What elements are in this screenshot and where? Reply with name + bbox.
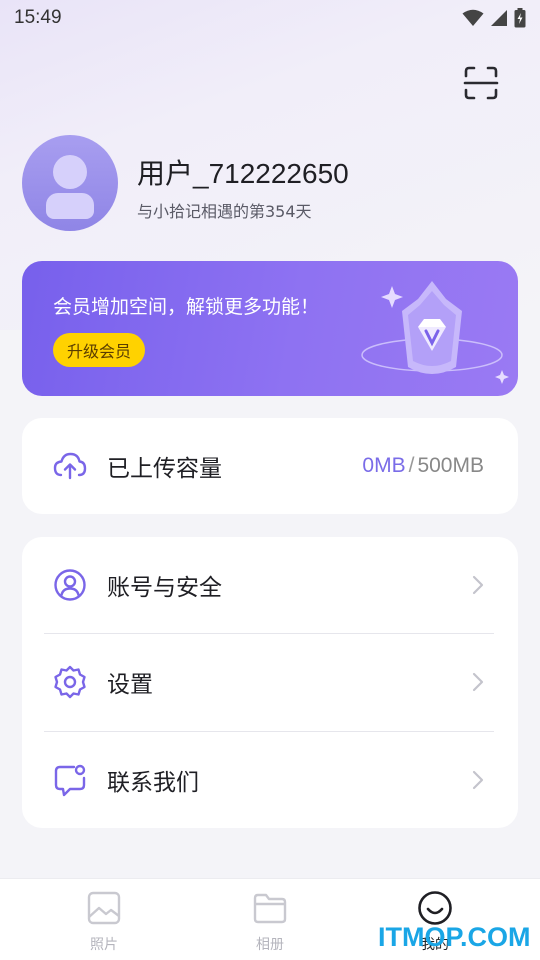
status-icons (462, 8, 526, 28)
menu-card: 账号与安全 设置 联系我们 (22, 537, 518, 828)
storage-total: 500MB (417, 454, 484, 477)
scan-button[interactable] (462, 64, 500, 102)
menu-item-label: 联系我们 (107, 770, 199, 796)
tab-albums[interactable]: 相册 (210, 879, 330, 960)
photo-icon (87, 891, 121, 925)
profile-subtitle: 与小拾记相遇的第354天 (137, 202, 312, 221)
smile-icon (418, 891, 452, 925)
menu-item-label: 设置 (107, 672, 153, 698)
watermark: ITMOP.COM (378, 922, 531, 952)
avatar[interactable] (22, 135, 118, 231)
username: 用户_712222650 (137, 158, 349, 189)
upgrade-vip-button[interactable]: 升级会员 (53, 333, 146, 367)
signal-icon (491, 10, 507, 26)
tab-photos[interactable]: 照片 (44, 879, 164, 960)
upload-capacity-label: 已上传容量 (107, 456, 222, 482)
chat-icon (54, 764, 86, 797)
chevron-right-icon (472, 770, 484, 790)
avatar-body (46, 193, 94, 219)
storage-usage: 0MB/500MB (362, 454, 484, 478)
battery-icon (514, 8, 526, 28)
tab-label: 相册 (256, 937, 284, 953)
menu-item-contact-us[interactable]: 联系我们 (22, 732, 518, 828)
menu-item-label: 账号与安全 (107, 575, 222, 601)
vip-banner[interactable]: 会员增加空间，解锁更多功能！ 升级会员 (22, 261, 518, 396)
menu-item-account-security[interactable]: 账号与安全 (22, 537, 518, 633)
folder-icon (253, 893, 287, 924)
vip-text: 会员增加空间，解锁更多功能！ (53, 296, 320, 318)
cloud-upload-icon (53, 452, 87, 480)
chevron-right-icon (472, 672, 484, 692)
chevron-right-icon (472, 575, 484, 595)
scan-icon (463, 66, 499, 100)
avatar-head (53, 155, 87, 189)
account-icon (54, 569, 86, 601)
storage-separator: / (408, 454, 415, 477)
gear-icon (54, 665, 86, 699)
wifi-icon (462, 9, 484, 26)
storage-used: 0MB (362, 454, 406, 477)
status-bar: 15:49 (0, 0, 540, 36)
status-time: 15:49 (14, 7, 62, 28)
menu-item-settings[interactable]: 设置 (22, 634, 518, 730)
vip-crown-icon (361, 281, 509, 384)
tab-label: 照片 (90, 937, 118, 953)
upload-capacity-card: 已上传容量 0MB/500MB (22, 418, 518, 514)
upload-capacity-row: 已上传容量 0MB/500MB (22, 418, 518, 514)
